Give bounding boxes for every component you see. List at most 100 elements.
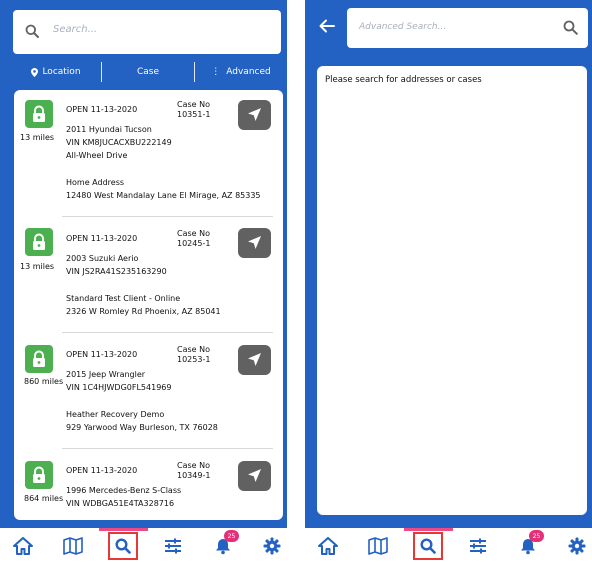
nav-filters-button[interactable]: [160, 534, 186, 558]
gear-icon: [568, 537, 586, 555]
back-button[interactable]: [319, 18, 335, 37]
case-open-date: OPEN 11-13-2020: [66, 234, 138, 243]
case-number: Case No 10351-1: [177, 100, 210, 120]
case-number-label: Case No: [177, 461, 210, 470]
navigate-button[interactable]: [238, 228, 271, 258]
back-arrow-icon: [319, 19, 335, 33]
nav-home-button[interactable]: [10, 534, 36, 558]
map-icon: [63, 537, 83, 555]
navigation-arrow-icon: [248, 108, 261, 121]
home-icon: [13, 537, 33, 555]
notification-badge: 25: [224, 530, 239, 542]
nav-settings-button[interactable]: [259, 534, 285, 558]
filter-case-tab[interactable]: Case: [102, 62, 194, 82]
case-address: 12480 West Mandalay Lane El Mirage, AZ 8…: [66, 191, 261, 200]
navigation-arrow-icon: [248, 236, 261, 249]
navigation-arrow-icon: [248, 469, 261, 482]
case-distance: 860 miles: [24, 377, 64, 386]
case-distance: 13 miles: [20, 133, 55, 142]
lock-icon: [25, 228, 53, 256]
case-number: Case No 10245-1: [177, 229, 210, 249]
filter-advanced-tab[interactable]: ⋮ Advanced: [196, 62, 286, 82]
case-number: Case No 10349-1: [177, 461, 210, 481]
case-item[interactable]: 860 miles OPEN 11-13-2020 Case No 10253-…: [14, 333, 283, 449]
lock-icon: [25, 100, 53, 128]
bottom-navigation: 25: [0, 528, 287, 562]
nav-map-button[interactable]: [365, 534, 391, 558]
nav-search-button[interactable]: [413, 532, 443, 560]
nav-map-button[interactable]: [60, 534, 86, 558]
search-placeholder: Search...: [53, 24, 98, 35]
search-icon: [563, 20, 578, 39]
home-icon: [318, 537, 338, 555]
sliders-icon: [470, 538, 486, 554]
navigate-button[interactable]: [238, 100, 271, 130]
case-item[interactable]: 13 miles OPEN 11-13-2020 Case No 10351-1…: [14, 90, 283, 217]
nav-filters-button[interactable]: [465, 534, 491, 558]
case-distance: 13 miles: [20, 262, 55, 271]
case-open-date: OPEN 11-13-2020: [66, 466, 138, 475]
case-vin: VIN KM8JUCACXBU222149: [66, 138, 172, 147]
advanced-search-input[interactable]: Advanced Search...: [347, 8, 588, 48]
nav-notifications-button[interactable]: 25: [210, 530, 239, 558]
nav-search-button[interactable]: [108, 532, 138, 560]
filter-divider: [194, 62, 195, 82]
map-icon: [368, 537, 388, 555]
active-tab-indicator: [99, 528, 148, 531]
case-number: Case No 10253-1: [177, 345, 210, 365]
search-icon: [115, 538, 131, 554]
case-search-screen: Search... Location Case ⋮ Advanced 13 mi…: [0, 0, 287, 562]
lock-icon: [25, 345, 53, 373]
nav-settings-button[interactable]: [564, 534, 590, 558]
case-vin: VIN 1C4HJWDG0FL541969: [66, 383, 172, 392]
search-input[interactable]: Search...: [13, 10, 281, 54]
search-results-panel: Please search for addresses or cases: [317, 66, 587, 515]
case-item[interactable]: 13 miles OPEN 11-13-2020 Case No 10245-1…: [14, 217, 283, 333]
filter-location-label: Location: [42, 67, 81, 77]
location-pin-icon: [31, 67, 39, 77]
active-tab-indicator: [404, 528, 453, 531]
case-vehicle: 2003 Suzuki Aerio: [66, 254, 139, 263]
case-number-label: Case No: [177, 229, 210, 238]
case-vehicle: 2011 Hyundai Tucson: [66, 125, 152, 134]
navigation-arrow-icon: [248, 353, 261, 366]
case-client: Home Address: [66, 178, 125, 187]
nav-notifications-button[interactable]: 25: [515, 530, 544, 558]
case-open-date: OPEN 11-13-2020: [66, 350, 138, 359]
navigate-button[interactable]: [238, 345, 271, 375]
nav-home-button[interactable]: [315, 534, 341, 558]
case-number-value: 10351-1: [177, 110, 211, 119]
case-vin: VIN WDBGA51E4TA328716: [66, 499, 175, 508]
case-vehicle: 2015 Jeep Wrangler: [66, 370, 146, 379]
advanced-search-placeholder: Advanced Search...: [359, 22, 447, 32]
empty-search-message: Please search for addresses or cases: [325, 75, 482, 85]
case-distance: 864 miles: [24, 494, 64, 503]
advanced-search-screen: Advanced Search... Please search for add…: [305, 0, 592, 562]
case-item[interactable]: 864 miles OPEN 11-13-2020 Case No 10349-…: [14, 449, 283, 520]
gear-icon: [263, 537, 281, 555]
case-number-value: 10253-1: [177, 355, 211, 364]
case-number-label: Case No: [177, 100, 210, 109]
case-address: 2326 W Romley Rd Phoenix, AZ 85041: [66, 307, 221, 316]
bottom-navigation: 25: [305, 528, 592, 562]
case-list: 13 miles OPEN 11-13-2020 Case No 10351-1…: [14, 90, 283, 520]
case-vehicle: 1996 Mercedes-Benz S-Class: [66, 486, 182, 495]
filter-advanced-label: Advanced: [226, 67, 271, 77]
case-client: Standard Test Client - Online: [66, 294, 181, 303]
case-vehicle-detail: All-Wheel Drive: [66, 151, 128, 160]
case-number-value: 10245-1: [177, 239, 211, 248]
case-open-date: OPEN 11-13-2020: [66, 105, 138, 114]
search-icon: [25, 23, 39, 42]
case-client: Heather Recovery Demo: [66, 410, 165, 419]
filter-location-tab[interactable]: Location: [14, 62, 98, 82]
notification-badge: 25: [529, 530, 544, 542]
navigate-button[interactable]: [238, 461, 271, 491]
case-address: 929 Yarwood Way Burleson, TX 76028: [66, 423, 218, 432]
case-number-label: Case No: [177, 345, 210, 354]
case-number-value: 10349-1: [177, 471, 211, 480]
more-vertical-icon: ⋮: [211, 67, 221, 77]
filter-case-label: Case: [136, 67, 160, 77]
sliders-icon: [165, 538, 181, 554]
search-icon: [420, 538, 436, 554]
lock-icon: [25, 461, 53, 489]
